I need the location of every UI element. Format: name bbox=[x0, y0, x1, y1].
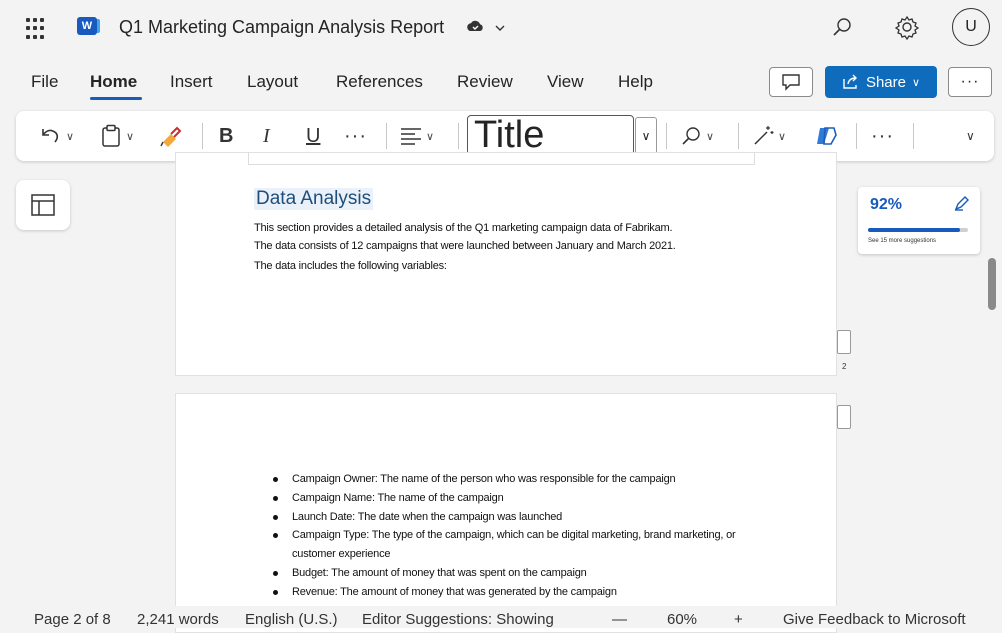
comment-margin-marker[interactable] bbox=[837, 330, 851, 354]
copilot-icon bbox=[817, 127, 837, 145]
menu-layout[interactable]: Layout bbox=[247, 72, 298, 92]
cloud-saved-icon[interactable] bbox=[466, 18, 510, 43]
editor-pen-icon bbox=[954, 196, 969, 211]
comment-margin-marker[interactable] bbox=[837, 405, 851, 429]
navigation-pane-button[interactable] bbox=[16, 180, 70, 230]
style-dropdown-button[interactable]: ∨ bbox=[635, 117, 657, 155]
list-item[interactable]: Budget: The amount of money that was spe… bbox=[272, 564, 752, 583]
menu-review[interactable]: Review bbox=[457, 72, 513, 92]
list-item[interactable]: Revenue: The amount of money that was ge… bbox=[272, 583, 752, 602]
format-painter-icon bbox=[160, 126, 182, 147]
menu-help[interactable]: Help bbox=[618, 72, 653, 92]
ribbon-overflow-button[interactable]: ··· bbox=[871, 111, 894, 161]
chevron-down-icon: ∨ bbox=[966, 129, 975, 143]
menu-view[interactable]: View bbox=[547, 72, 584, 92]
paste-button[interactable]: ∨ bbox=[100, 111, 134, 161]
chevron-down-icon: ∨ bbox=[706, 130, 715, 143]
navigation-pane-icon bbox=[31, 194, 55, 216]
zoom-in-button[interactable]: + bbox=[734, 611, 743, 628]
editor-suggestions-status[interactable]: Editor Suggestions: Showing bbox=[362, 611, 554, 628]
search-icon bbox=[682, 127, 700, 145]
menu-references[interactable]: References bbox=[336, 72, 423, 92]
share-label: Share bbox=[865, 73, 906, 91]
section-heading[interactable]: Data Analysis bbox=[254, 188, 374, 210]
comment-icon bbox=[782, 74, 800, 91]
align-left-icon bbox=[401, 128, 421, 145]
list-item[interactable]: Campaign Owner: The name of the person w… bbox=[272, 470, 752, 489]
word-count[interactable]: 2,241 words bbox=[137, 611, 219, 628]
menu-insert[interactable]: Insert bbox=[170, 72, 213, 92]
editor-score: 92% bbox=[870, 196, 903, 213]
chevron-down-icon: ∨ bbox=[66, 130, 75, 143]
toolbar-divider bbox=[856, 123, 857, 149]
share-icon bbox=[843, 74, 857, 89]
title-bar: W Q1 Marketing Campaign Analysis Report … bbox=[0, 0, 1002, 56]
page-header-area bbox=[248, 152, 755, 165]
paragraph-line[interactable]: This section provides a detailed analysi… bbox=[254, 222, 673, 234]
undo-icon bbox=[42, 129, 59, 143]
active-tab-indicator bbox=[90, 97, 142, 100]
toolbar-divider bbox=[386, 123, 387, 149]
comments-button[interactable] bbox=[769, 67, 813, 97]
word-logo-icon: W bbox=[77, 17, 100, 35]
style-select[interactable]: Title bbox=[467, 115, 634, 155]
zoom-out-button[interactable]: — bbox=[612, 611, 627, 628]
give-feedback-link[interactable]: Give Feedback to Microsoft bbox=[783, 611, 966, 628]
paragraph-line[interactable]: The data consists of 12 campaigns that w… bbox=[254, 240, 676, 252]
toolbar-divider bbox=[202, 123, 203, 149]
menu-home[interactable]: Home bbox=[90, 72, 137, 92]
expand-ribbon-button[interactable]: ∨ bbox=[966, 111, 975, 161]
paragraph-line[interactable]: The data includes the following variable… bbox=[254, 260, 447, 272]
clipboard-icon bbox=[102, 124, 120, 147]
editor-score-card[interactable]: 92% See 15 more suggestions bbox=[858, 187, 980, 254]
user-avatar[interactable]: U bbox=[952, 8, 990, 46]
zoom-level[interactable]: 60% bbox=[667, 611, 697, 628]
chevron-down-icon: ∨ bbox=[778, 130, 787, 143]
list-item[interactable]: Launch Date: The date when the campaign … bbox=[272, 508, 752, 527]
settings-gear-icon[interactable] bbox=[894, 14, 920, 41]
toolbar-divider bbox=[666, 123, 667, 149]
magic-wand-icon bbox=[754, 126, 774, 145]
app-launcher-icon[interactable] bbox=[26, 18, 48, 40]
chevron-down-icon: ∨ bbox=[426, 130, 435, 143]
toolbar-divider bbox=[738, 123, 739, 149]
list-item[interactable]: Campaign Name: The name of the campaign bbox=[272, 489, 752, 508]
toolbar-divider bbox=[458, 123, 459, 149]
toolbar-divider bbox=[913, 123, 914, 149]
editor-score-fill bbox=[868, 228, 960, 232]
list-item[interactable]: Campaign Type: The type of the campaign,… bbox=[272, 526, 752, 564]
menu-file[interactable]: File bbox=[31, 72, 58, 92]
editor-suggestions-link[interactable]: See 15 more suggestions bbox=[868, 238, 936, 244]
chevron-down-icon: ∨ bbox=[641, 129, 651, 143]
more-options-button[interactable]: ··· bbox=[948, 67, 992, 97]
variable-list: Campaign Owner: The name of the person w… bbox=[272, 470, 752, 602]
language-indicator[interactable]: English (U.S.) bbox=[245, 611, 338, 628]
vertical-scrollbar-thumb[interactable] bbox=[988, 258, 996, 310]
chevron-down-icon: ∨ bbox=[911, 76, 921, 89]
share-button[interactable]: Share ∨ bbox=[825, 66, 937, 98]
document-title[interactable]: Q1 Marketing Campaign Analysis Report bbox=[119, 17, 444, 38]
page-count[interactable]: Page 2 of 8 bbox=[34, 611, 111, 628]
status-bar: Page 2 of 8 2,241 words English (U.S.) E… bbox=[0, 606, 1002, 628]
editor-score-bar bbox=[868, 228, 968, 232]
page-number: 2 bbox=[842, 362, 847, 371]
search-icon[interactable] bbox=[832, 16, 854, 38]
undo-button[interactable]: ∨ bbox=[38, 111, 74, 161]
chevron-down-icon: ∨ bbox=[126, 130, 135, 143]
